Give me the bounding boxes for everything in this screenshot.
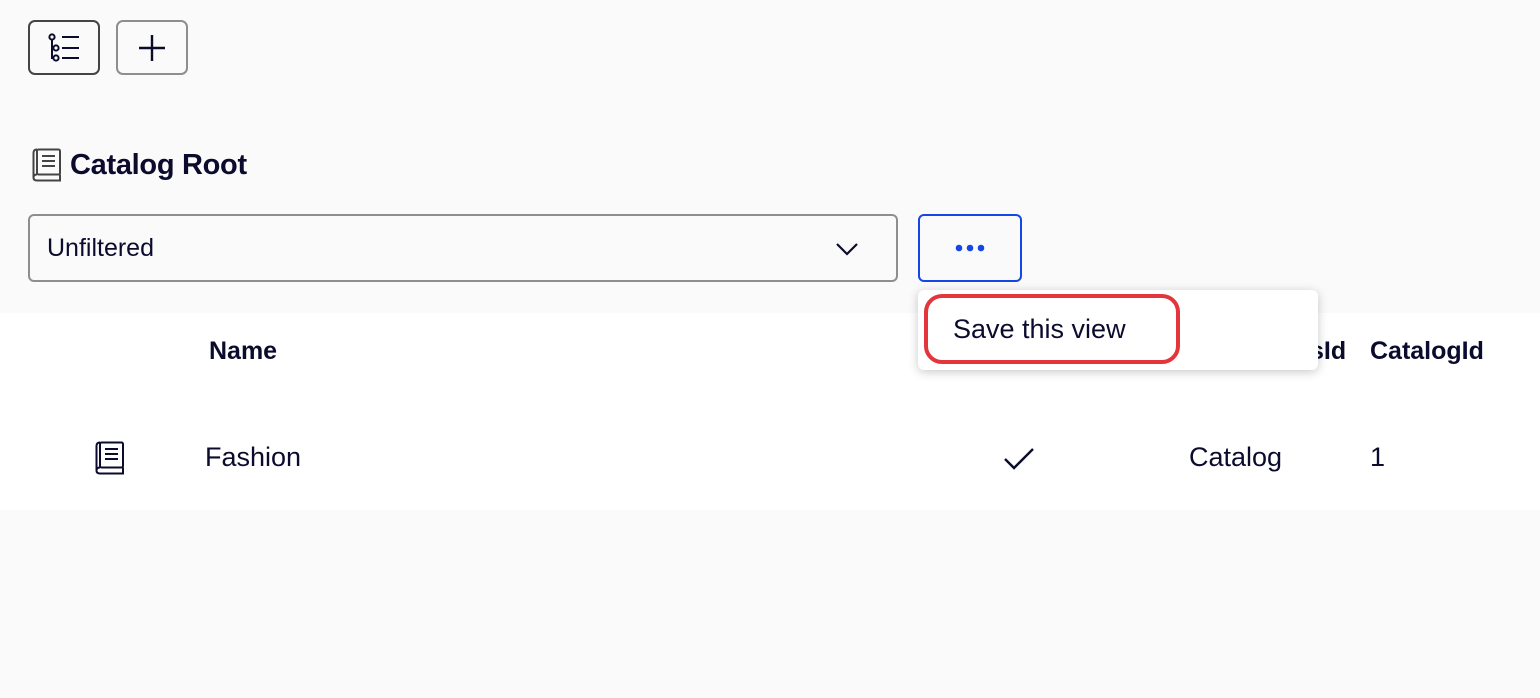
checkmark-icon <box>1004 448 1034 470</box>
filter-selected-value: Unfiltered <box>47 233 154 262</box>
view-filter-select[interactable]: Unfiltered <box>28 214 898 282</box>
tree-view-button[interactable] <box>28 20 100 75</box>
page: Catalog Root Unfiltered Name sId Catalog… <box>0 0 1540 698</box>
more-actions-button[interactable] <box>918 214 1022 282</box>
column-header-name[interactable]: Name <box>209 337 277 366</box>
page-title: Catalog Root <box>70 148 247 181</box>
page-header: Catalog Root <box>32 145 247 185</box>
catalog-book-icon <box>95 441 124 475</box>
plus-icon <box>139 34 165 61</box>
tree-list-icon <box>48 32 79 62</box>
save-view-menu-item[interactable]: Save this view <box>924 294 1180 364</box>
row-type: Catalog <box>1189 442 1283 472</box>
column-header-catalogid[interactable]: CatalogId <box>1370 337 1484 366</box>
row-name[interactable]: Fashion <box>205 442 301 473</box>
catalog-book-icon <box>32 148 61 182</box>
chevron-down-icon <box>836 243 858 256</box>
more-actions-menu: Save this view <box>918 290 1318 370</box>
row-catalog-id: 1 <box>1370 442 1386 472</box>
add-button[interactable] <box>116 20 188 75</box>
ellipsis-icon <box>955 244 985 252</box>
